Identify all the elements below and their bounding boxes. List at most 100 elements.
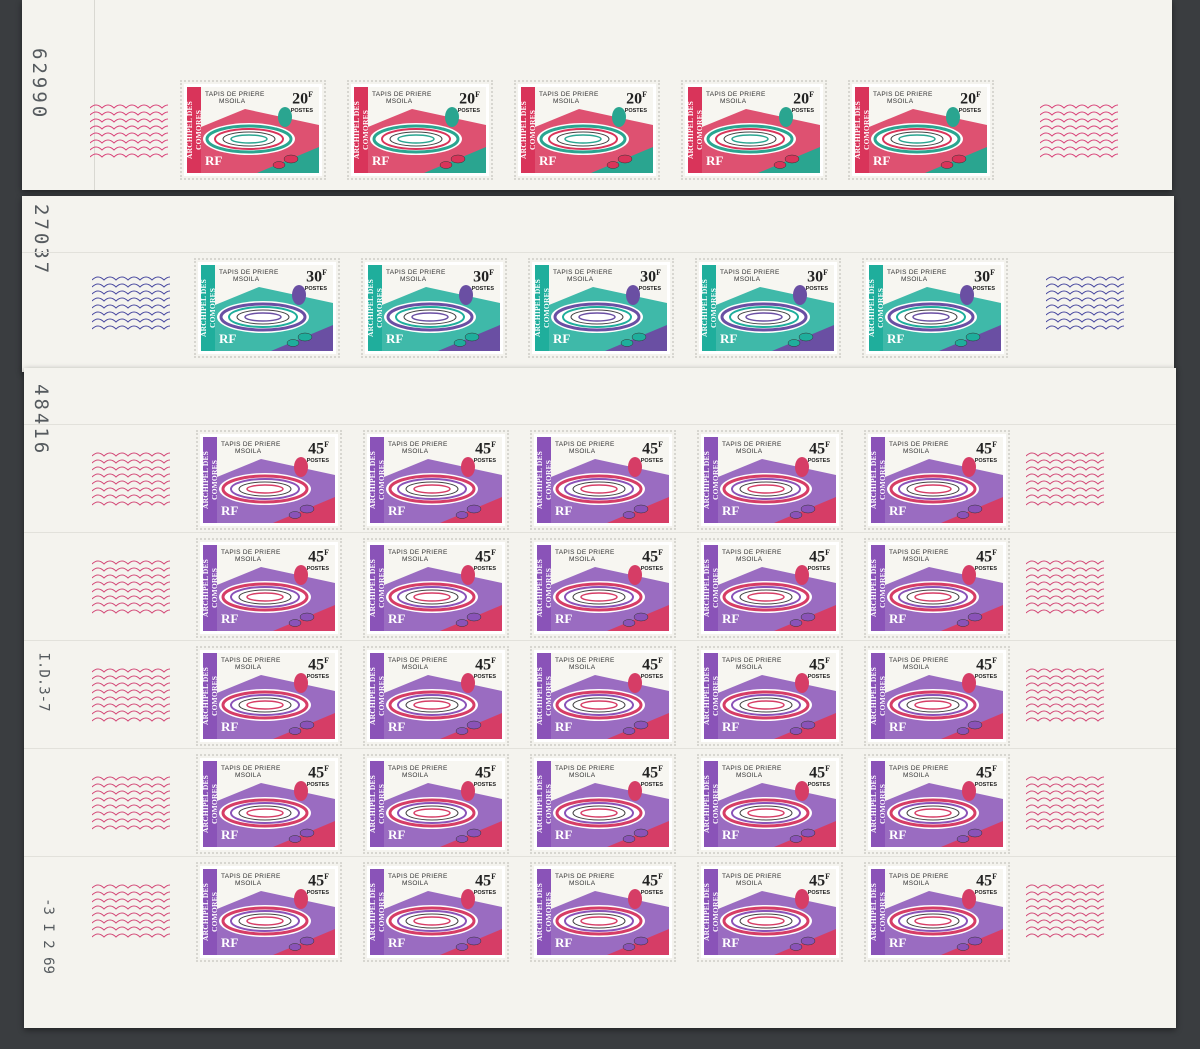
stamp-title-line1: TAPIS DE PRIERE — [722, 657, 782, 664]
stamp-value-unit: F — [990, 268, 995, 277]
stamp-value-number: 45 — [976, 440, 993, 458]
stamp-value-unit: F — [825, 872, 830, 881]
stamp-country: ARCHIPEL DES COMORES — [203, 882, 219, 942]
stamp: ARCHIPEL DES COMORES TAPIS DE PRIERE MSOIL… — [530, 754, 676, 854]
stamp-title-line2: MSOILA — [734, 276, 761, 283]
stamp-country: ARCHIPEL DES COMORES — [370, 774, 386, 834]
stamp-title: TAPIS DE PRIERE MSOILA — [221, 657, 281, 671]
stamp-title-line1: TAPIS DE PRIERE — [555, 765, 615, 772]
stamp-title-line1: TAPIS DE PRIERE — [388, 549, 448, 556]
stamp-value-number: 45 — [475, 656, 492, 674]
stamp-value: 45F — [475, 656, 496, 674]
stamp-title-line1: TAPIS DE PRIERE — [388, 765, 448, 772]
stamp: ARCHIPEL DES COMORES TAPIS DE PRIERE MSOIL… — [514, 80, 660, 180]
stamp-country: ARCHIPEL DES COMORES — [203, 774, 219, 834]
stamp-rf: RF — [372, 153, 390, 168]
stamp-value-number: 45 — [976, 872, 993, 890]
stamp-postes: POSTES — [791, 108, 814, 114]
margin-wave — [1026, 452, 1104, 506]
stamp-image: ARCHIPEL DES COMORES TAPIS DE PRIERE MSOIL… — [871, 437, 1003, 523]
stamp-postes: POSTES — [974, 566, 997, 572]
stamp-value-unit: F — [658, 656, 663, 665]
stamp-country: ARCHIPEL DES COMORES — [537, 774, 553, 834]
stamp-rf: RF — [889, 935, 907, 950]
stamp-value-number: 45 — [308, 872, 325, 890]
stamp-title: TAPIS DE PRIERE MSOILA — [722, 549, 782, 563]
stamp-title: TAPIS DE PRIERE MSOILA — [388, 441, 448, 455]
stamp-postes: POSTES — [974, 890, 997, 896]
stamp: ARCHIPEL DES COMORES TAPIS DE PRIERE MSOIL… — [864, 862, 1010, 962]
row-divider — [24, 532, 1176, 533]
stamp-postes: POSTES — [306, 458, 329, 464]
stamp-title-line1: TAPIS DE PRIERE — [720, 269, 780, 276]
stamp-country: ARCHIPEL DES COMORES — [704, 450, 720, 510]
stamp-image: ARCHIPEL DES COMORES TAPIS DE PRIERE MSOIL… — [370, 653, 502, 739]
stamp-postes: POSTES — [306, 674, 329, 680]
stamp-title-line1: TAPIS DE PRIERE — [555, 657, 615, 664]
stamp-title-line2: MSOILA — [720, 98, 747, 105]
stamp-value-number: 20 — [960, 90, 977, 108]
row-divider — [24, 748, 1176, 749]
stamp-title: TAPIS DE PRIERE MSOILA — [388, 765, 448, 779]
stamp-image: ARCHIPEL DES COMORES TAPIS DE PRIERE MSOIL… — [537, 869, 669, 955]
stamp-value-number: 30 — [807, 268, 824, 286]
stamp-title-line2: MSOILA — [903, 880, 930, 887]
stamp-value: 45F — [976, 440, 997, 458]
stamp: ARCHIPEL DES COMORES TAPIS DE PRIERE MSOIL… — [697, 754, 843, 854]
stamp-value-unit: F — [992, 656, 997, 665]
stamp-postes: POSTES — [958, 108, 981, 114]
margin-wave-right — [1046, 276, 1124, 330]
margin-wave-left — [90, 104, 168, 158]
stamp-image: ARCHIPEL DES COMORES TAPIS DE PRIERE MSOIL… — [537, 545, 669, 631]
stamp-rf: RF — [386, 331, 404, 346]
stamp-value-unit: F — [324, 872, 329, 881]
sheet-number: 62990 — [28, 48, 50, 121]
stamp: ARCHIPEL DES COMORES TAPIS DE PRIERE MSOIL… — [862, 258, 1008, 358]
stamp: ARCHIPEL DES COMORES TAPIS DE PRIERE MSOIL… — [864, 538, 1010, 638]
sheet-number: 48416 — [30, 384, 52, 457]
stamp-title: TAPIS DE PRIERE MSOILA — [887, 269, 947, 283]
stamp-rf: RF — [219, 331, 237, 346]
stamp-value-unit: F — [489, 268, 494, 277]
row-divider — [24, 640, 1176, 641]
stamp-rf: RF — [555, 935, 573, 950]
stamp-title-line1: TAPIS DE PRIERE — [219, 269, 279, 276]
stamp-postes: POSTES — [290, 108, 313, 114]
stamp-title: TAPIS DE PRIERE MSOILA — [555, 441, 615, 455]
stamp-title-line1: TAPIS DE PRIERE — [539, 91, 599, 98]
stamp-value-unit: F — [308, 90, 313, 99]
stamp-country: ARCHIPEL DES COMORES — [537, 450, 553, 510]
stamp-value-number: 45 — [475, 764, 492, 782]
stamp-image: ARCHIPEL DES COMORES TAPIS DE PRIERE MSOIL… — [370, 869, 502, 955]
stamp-title: TAPIS DE PRIERE MSOILA — [555, 873, 615, 887]
stamp-value: 45F — [475, 548, 496, 566]
stamp: ARCHIPEL DES COMORES TAPIS DE PRIERE MSOIL… — [361, 258, 507, 358]
stamp-title: TAPIS DE PRIERE MSOILA — [722, 765, 782, 779]
stamp-value-unit: F — [491, 440, 496, 449]
stamp-value-unit: F — [992, 872, 997, 881]
stamp-postes: POSTES — [972, 286, 995, 292]
stamp-image: ARCHIPEL DES COMORES TAPIS DE PRIERE MSOIL… — [203, 437, 335, 523]
margin-wave — [92, 452, 170, 506]
stamp-country: ARCHIPEL DES COMORES — [871, 558, 887, 618]
stamp-value: 20F — [793, 90, 814, 108]
stamp-value: 45F — [475, 872, 496, 890]
stamp-value-number: 45 — [475, 872, 492, 890]
stamp-value-unit: F — [992, 764, 997, 773]
stamp-value-number: 45 — [642, 440, 659, 458]
stamp-value: 30F — [473, 268, 494, 286]
stamp-image: ARCHIPEL DES COMORES TAPIS DE PRIERE MSOIL… — [704, 437, 836, 523]
stamp-country: ARCHIPEL DES COMORES — [370, 558, 386, 618]
stamp-title-line1: TAPIS DE PRIERE — [889, 765, 949, 772]
stamp-value-number: 45 — [475, 440, 492, 458]
stamp-value-number: 45 — [809, 440, 826, 458]
stamp: ARCHIPEL DES COMORES TAPIS DE PRIERE MSOIL… — [530, 538, 676, 638]
stamp-title-line1: TAPIS DE PRIERE — [221, 549, 281, 556]
stamp-country: ARCHIPEL DES COMORES — [704, 666, 720, 726]
stamp-postes: POSTES — [473, 890, 496, 896]
stamp-value: 45F — [976, 764, 997, 782]
stamp-value-number: 45 — [809, 764, 826, 782]
stamp-rf: RF — [889, 611, 907, 626]
stamp-title: TAPIS DE PRIERE MSOILA — [889, 873, 949, 887]
stamp-postes: POSTES — [624, 108, 647, 114]
